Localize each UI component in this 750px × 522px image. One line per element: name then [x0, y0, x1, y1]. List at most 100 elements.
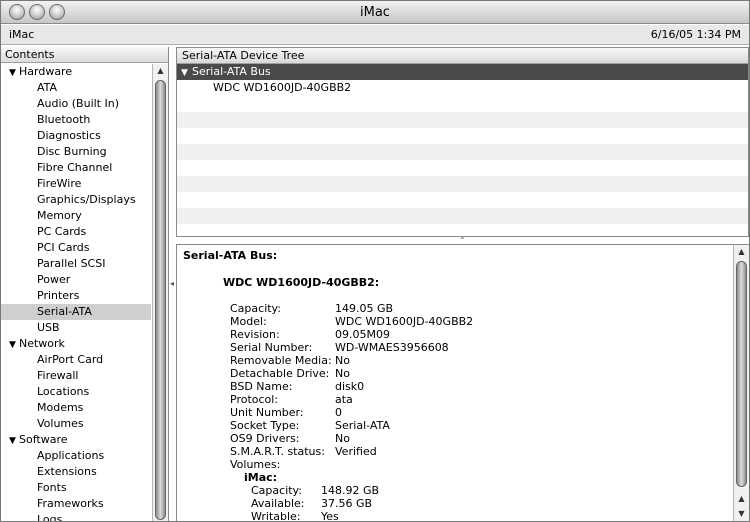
property-key: Capacity: — [230, 302, 281, 315]
volume-property-key: Writable: — [251, 510, 301, 522]
detail-scroll-thumb[interactable] — [736, 261, 747, 487]
volume-property-row: Writable: Yes — [230, 510, 473, 522]
sidebar-item-fibre-channel[interactable]: Fibre Channel — [1, 160, 151, 176]
property-key: Revision: — [230, 328, 280, 341]
property-key: S.M.A.R.T. status: — [230, 445, 325, 458]
property-value: 0 — [335, 406, 342, 419]
property-key: Removable Media: — [230, 354, 332, 367]
sidebar-scroll-thumb[interactable] — [155, 80, 166, 520]
property-key: Detachable Drive: — [230, 367, 330, 380]
volume-property-row: Available: 37.56 GB — [230, 497, 473, 510]
sidebar-item-serial-ata[interactable]: Serial-ATA — [1, 304, 151, 320]
disclosure-triangle-icon[interactable]: ▼ — [9, 433, 19, 449]
property-value: No — [335, 367, 350, 380]
property-value: No — [335, 354, 350, 367]
scroll-up-icon[interactable]: ▲ — [734, 494, 749, 503]
sidebar-item-firewall[interactable]: Firewall — [1, 368, 151, 384]
disclosure-triangle-icon[interactable]: ▼ — [9, 337, 19, 353]
property-row: OS9 Drivers: No — [230, 432, 473, 445]
sidebar-category-software[interactable]: ▼ Software — [1, 432, 151, 448]
sidebar-item-locations[interactable]: Locations — [1, 384, 151, 400]
volume-property-key: Capacity: — [251, 484, 302, 497]
scroll-up-icon[interactable]: ▲ — [153, 64, 168, 78]
sidebar-scrollbar[interactable]: ▲ — [152, 64, 168, 521]
sidebar-category-network[interactable]: ▼ Network — [1, 336, 151, 352]
system-profiler-window: iMac iMac 6/16/05 1:34 PM Contents ▼ Hard… — [0, 0, 750, 522]
detail-scrollbar[interactable]: ▲ ▲ ▼ — [733, 245, 749, 521]
sidebar-item-frameworks[interactable]: Frameworks — [1, 496, 151, 512]
sidebar-item-extensions[interactable]: Extensions — [1, 464, 151, 480]
property-key: Protocol: — [230, 393, 279, 406]
tree-row-empty — [177, 208, 748, 224]
contents-sidebar: Contents ▼ Hardware ATA Audio (Built In) Blu… — [1, 47, 169, 521]
sidebar-item-bluetooth[interactable]: Bluetooth — [1, 112, 151, 128]
sidebar-item-parallel-scsi[interactable]: Parallel SCSI — [1, 256, 151, 272]
property-value: Serial-ATA — [335, 419, 390, 432]
device-tree-pane: Serial-ATA Device Tree ▼ Serial-ATA Bus W… — [176, 47, 749, 237]
computer-name: iMac — [9, 28, 35, 41]
sidebar-item-usb[interactable]: USB — [1, 320, 151, 336]
property-row: Capacity: 149.05 GB — [230, 302, 473, 315]
tree-row-empty — [177, 112, 748, 128]
volume-property-row: Capacity: 148.92 GB — [230, 484, 473, 497]
volume-property-key: Available: — [251, 497, 305, 510]
sidebar-item-pc-cards[interactable]: PC Cards — [1, 224, 151, 240]
property-value: No — [335, 432, 350, 445]
sidebar-item-diagnostics[interactable]: Diagnostics — [1, 128, 151, 144]
property-key: Volumes: — [230, 458, 281, 471]
sidebar-category-label: Software — [19, 433, 68, 446]
window-title: iMac — [360, 5, 390, 20]
volume-name: iMac: — [244, 471, 278, 484]
volume-property-value: 148.92 GB — [321, 484, 380, 497]
sidebar-item-modems[interactable]: Modems — [1, 400, 151, 416]
sidebar-category-label: Network — [19, 337, 65, 350]
tree-row-bus[interactable]: ▼ Serial-ATA Bus — [177, 64, 748, 80]
sidebar-item-audio-built-in[interactable]: Audio (Built In) — [1, 96, 151, 112]
sidebar-item-firewire[interactable]: FireWire — [1, 176, 151, 192]
sidebar-item-power[interactable]: Power — [1, 272, 151, 288]
title-bar: iMac — [1, 1, 749, 24]
disk-label: WDC WD1600JD-40GBB2 — [213, 81, 352, 94]
property-value: ata — [335, 393, 353, 406]
sidebar-item-pci-cards[interactable]: PCI Cards — [1, 240, 151, 256]
scroll-up-icon[interactable]: ▲ — [734, 247, 749, 256]
property-value: 09.05M09 — [335, 328, 390, 341]
property-key: BSD Name: — [230, 380, 293, 393]
sidebar-item-airport-card[interactable]: AirPort Card — [1, 352, 151, 368]
sidebar-item-ata[interactable]: ATA — [1, 80, 151, 96]
tree-row-empty — [177, 144, 748, 160]
sidebar-item-fonts[interactable]: Fonts — [1, 480, 151, 496]
property-value: disk0 — [335, 380, 365, 393]
property-row: Revision: 09.05M09 — [230, 328, 473, 341]
sidebar-item-logs[interactable]: Logs — [1, 512, 151, 521]
property-key: Unit Number: — [230, 406, 304, 419]
property-row: BSD Name: disk0 — [230, 380, 473, 393]
detail-pane: Serial-ATA Bus: WDC WD1600JD-40GBB2: Cap… — [176, 244, 749, 522]
detail-disk-heading: WDC WD1600JD-40GBB2: — [223, 276, 380, 289]
property-value: 149.05 GB — [335, 302, 394, 315]
disclosure-triangle-icon[interactable]: ▼ — [9, 65, 19, 81]
tree-row-disk[interactable]: WDC WD1600JD-40GBB2 — [177, 80, 748, 96]
sidebar-item-graphics-displays[interactable]: Graphics/Displays — [1, 192, 151, 208]
sidebar-item-memory[interactable]: Memory — [1, 208, 151, 224]
scroll-down-icon[interactable]: ▼ — [734, 509, 749, 518]
property-list: Capacity: 149.05 GB Model: WDC WD1600JD-40G… — [230, 302, 473, 522]
sidebar-category-hardware[interactable]: ▼ Hardware — [1, 64, 151, 80]
tree-row-empty — [177, 192, 748, 208]
tree-row-empty — [177, 160, 748, 176]
sidebar-item-printers[interactable]: Printers — [1, 288, 151, 304]
sidebar-item-disc-burning[interactable]: Disc Burning — [1, 144, 151, 160]
sidebar-item-volumes[interactable]: Volumes — [1, 416, 151, 432]
property-key: Socket Type: — [230, 419, 300, 432]
splitter-grip-icon[interactable]: ◂ — [170, 279, 174, 288]
contents-tree: ▼ Hardware ATA Audio (Built In) Bluetooth Dia… — [1, 64, 151, 521]
sidebar-item-applications[interactable]: Applications — [1, 448, 151, 464]
property-row: Protocol: ata — [230, 393, 473, 406]
property-row: Socket Type: Serial-ATA — [230, 419, 473, 432]
info-bar: iMac 6/16/05 1:34 PM — [1, 25, 749, 45]
disclosure-triangle-icon[interactable]: ▼ — [181, 65, 192, 81]
contents-header: Contents — [1, 47, 168, 63]
property-row: Unit Number: 0 — [230, 406, 473, 419]
detail-bus-heading: Serial-ATA Bus: — [183, 249, 278, 262]
tree-row-empty — [177, 128, 748, 144]
